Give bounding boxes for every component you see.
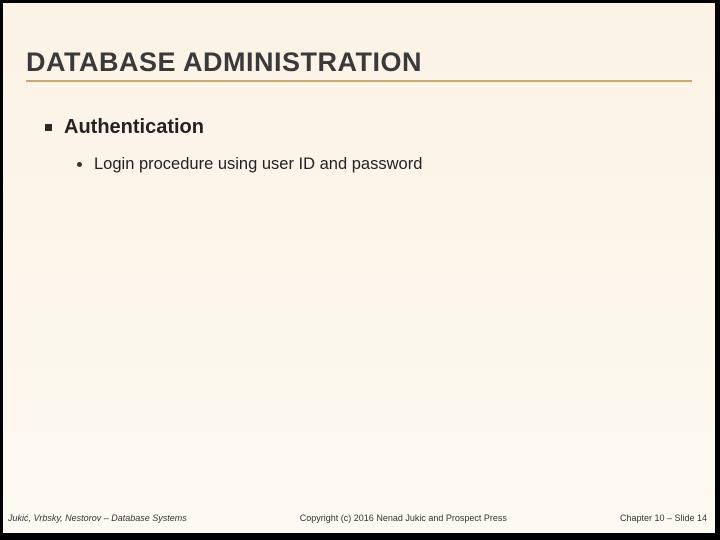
slide: DATABASE ADMINISTRATION Authentication L… bbox=[3, 3, 715, 533]
title-block: DATABASE ADMINISTRATION bbox=[26, 47, 692, 82]
bullet-l2-text: Login procedure using user ID and passwo… bbox=[94, 155, 422, 174]
bullet-level1: Authentication bbox=[45, 116, 204, 139]
title-underline bbox=[26, 80, 692, 82]
bullet-l1-text: Authentication bbox=[64, 116, 204, 139]
slide-title: DATABASE ADMINISTRATION bbox=[26, 47, 692, 80]
bullet-level2: Login procedure using user ID and passwo… bbox=[77, 155, 422, 174]
footer-center: Copyright (c) 2016 Nenad Jukic and Prosp… bbox=[187, 513, 620, 523]
footer-right: Chapter 10 – Slide 14 bbox=[620, 513, 707, 523]
square-bullet-icon bbox=[45, 124, 52, 131]
footer: Jukić, Vrbsky, Nestorov – Database Syste… bbox=[6, 513, 709, 523]
footer-left: Jukić, Vrbsky, Nestorov – Database Syste… bbox=[8, 513, 187, 523]
dot-bullet-icon bbox=[77, 162, 82, 167]
